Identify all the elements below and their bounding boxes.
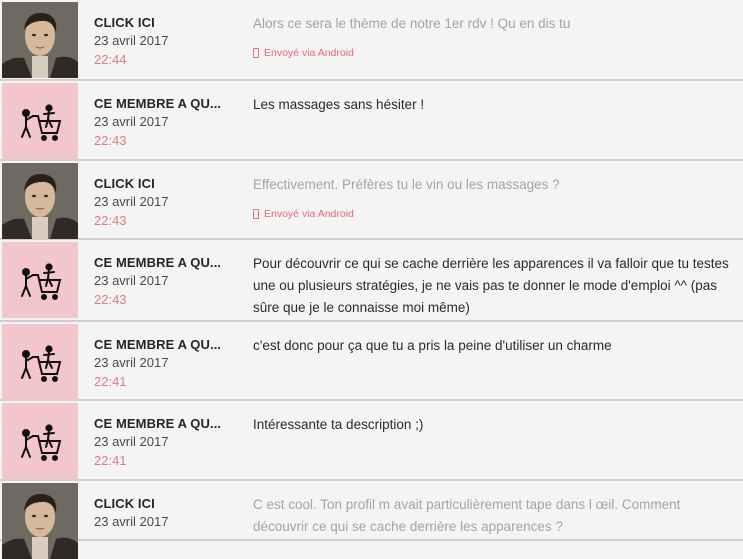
message-meta: CE MEMBRE A QU... 23 avril 2017 22:43 [94,254,244,309]
sender-name[interactable]: CE MEMBRE A QU... [94,254,244,271]
message-date: 23 avril 2017 [94,514,169,529]
sender-name[interactable]: CLICK ICI [94,495,244,512]
message-row[interactable]: CE MEMBRE A QU... 23 avril 2017 22:41 c'est… [0,322,743,401]
phone-icon [253,48,259,58]
message-row[interactable]: CLICK ICI 23 avril 2017 22:44 Alors ce sera… [0,0,743,81]
shopping-cart-icon[interactable] [2,242,78,318]
message-meta: CLICK ICI 23 avril 2017 [94,495,244,531]
phone-icon [253,209,259,219]
message-row[interactable]: CLICK ICI 23 avril 2017 22:43 Effectivement… [0,161,743,240]
avatar[interactable] [2,2,78,78]
sent-via-android: Envoyé via Android [253,208,354,220]
sender-name[interactable]: CLICK ICI [94,175,244,192]
shopping-cart-icon[interactable] [2,83,78,159]
message-meta: CLICK ICI 23 avril 2017 22:43 [94,175,244,230]
message-date: 23 avril 2017 [94,194,169,209]
message-date: 23 avril 2017 [94,434,169,449]
shopping-cart-icon[interactable] [2,324,78,400]
message-time: 22:43 [94,133,127,148]
message-time: 22:41 [94,374,127,389]
sender-name[interactable]: CE MEMBRE A QU... [94,336,244,353]
sent-via-label: Envoyé via Android [264,47,354,59]
message-row[interactable]: CLICK ICI 23 avril 2017 C est cool. Ton pr… [0,481,743,559]
shopping-cart-icon[interactable] [2,403,78,479]
message-text: c'est donc pour ça que tu a pris la pein… [253,338,612,353]
sender-name[interactable]: CE MEMBRE A QU... [94,415,244,432]
sent-via-label: Envoyé via Android [264,208,354,220]
message-date: 23 avril 2017 [94,114,169,129]
message-time: 22:41 [94,453,127,468]
message-time: 22:43 [94,292,127,307]
avatar[interactable] [2,163,78,239]
message-text: Intéressante ta description ;) [253,417,424,432]
message-time: 22:44 [94,52,127,67]
message-text: Pour découvrir ce qui se cache derrière … [253,256,729,315]
message-row[interactable]: CE MEMBRE A QU... 23 avril 2017 22:43 Pour … [0,240,743,322]
message-row[interactable]: CE MEMBRE A QU... 23 avril 2017 22:43 Les m… [0,81,743,161]
message-text: Effectivement. Préfères tu le vin ou les… [253,177,560,192]
message-text: Alors ce sera le thème de notre 1er rdv … [253,16,571,31]
message-meta: CE MEMBRE A QU... 23 avril 2017 22:41 [94,415,244,470]
message-text: Les massages sans hésiter ! [253,97,425,112]
message-date: 23 avril 2017 [94,33,169,48]
message-date: 23 avril 2017 [94,355,169,370]
avatar[interactable] [2,483,78,559]
message-date: 23 avril 2017 [94,273,169,288]
message-meta: CLICK ICI 23 avril 2017 22:44 [94,14,244,69]
message-text: C est cool. Ton profil m avait particuli… [253,497,681,534]
message-meta: CE MEMBRE A QU... 23 avril 2017 22:41 [94,336,244,391]
message-meta: CE MEMBRE A QU... 23 avril 2017 22:43 [94,95,244,150]
sender-name[interactable]: CE MEMBRE A QU... [94,95,244,112]
message-row[interactable]: CE MEMBRE A QU... 23 avril 2017 22:41 Intér… [0,401,743,481]
sent-via-android: Envoyé via Android [253,47,354,59]
sender-name[interactable]: CLICK ICI [94,14,244,31]
message-time: 22:43 [94,213,127,228]
